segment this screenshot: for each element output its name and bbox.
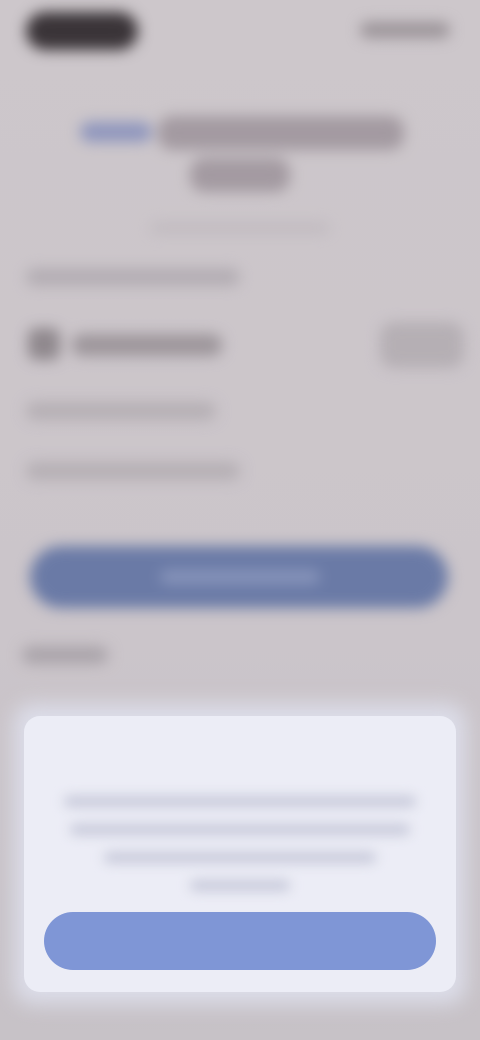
option-row-2[interactable] [26, 462, 240, 480]
dialog-message-line [70, 824, 410, 835]
row-label [72, 334, 222, 356]
section-label [26, 268, 240, 286]
row-icon [28, 328, 60, 360]
option-row-1[interactable] [26, 402, 216, 420]
page-subtitle [150, 222, 330, 234]
page-title-line-2 [190, 158, 290, 192]
alert-dialog [24, 716, 456, 992]
dialog-confirm-button[interactable] [44, 912, 436, 970]
page-title-line-1 [158, 116, 404, 150]
dialog-message [64, 788, 416, 898]
secondary-link[interactable] [22, 646, 108, 664]
dialog-message-line [190, 880, 290, 891]
row-action-button[interactable] [380, 322, 464, 368]
dialog-message-line [64, 796, 416, 807]
status-bar-time [26, 12, 138, 50]
dialog-message-line [104, 852, 376, 863]
primary-button-label [160, 570, 320, 584]
app-screen [0, 0, 480, 1040]
status-bar-icons [360, 22, 450, 38]
page-title-accent [80, 122, 152, 142]
